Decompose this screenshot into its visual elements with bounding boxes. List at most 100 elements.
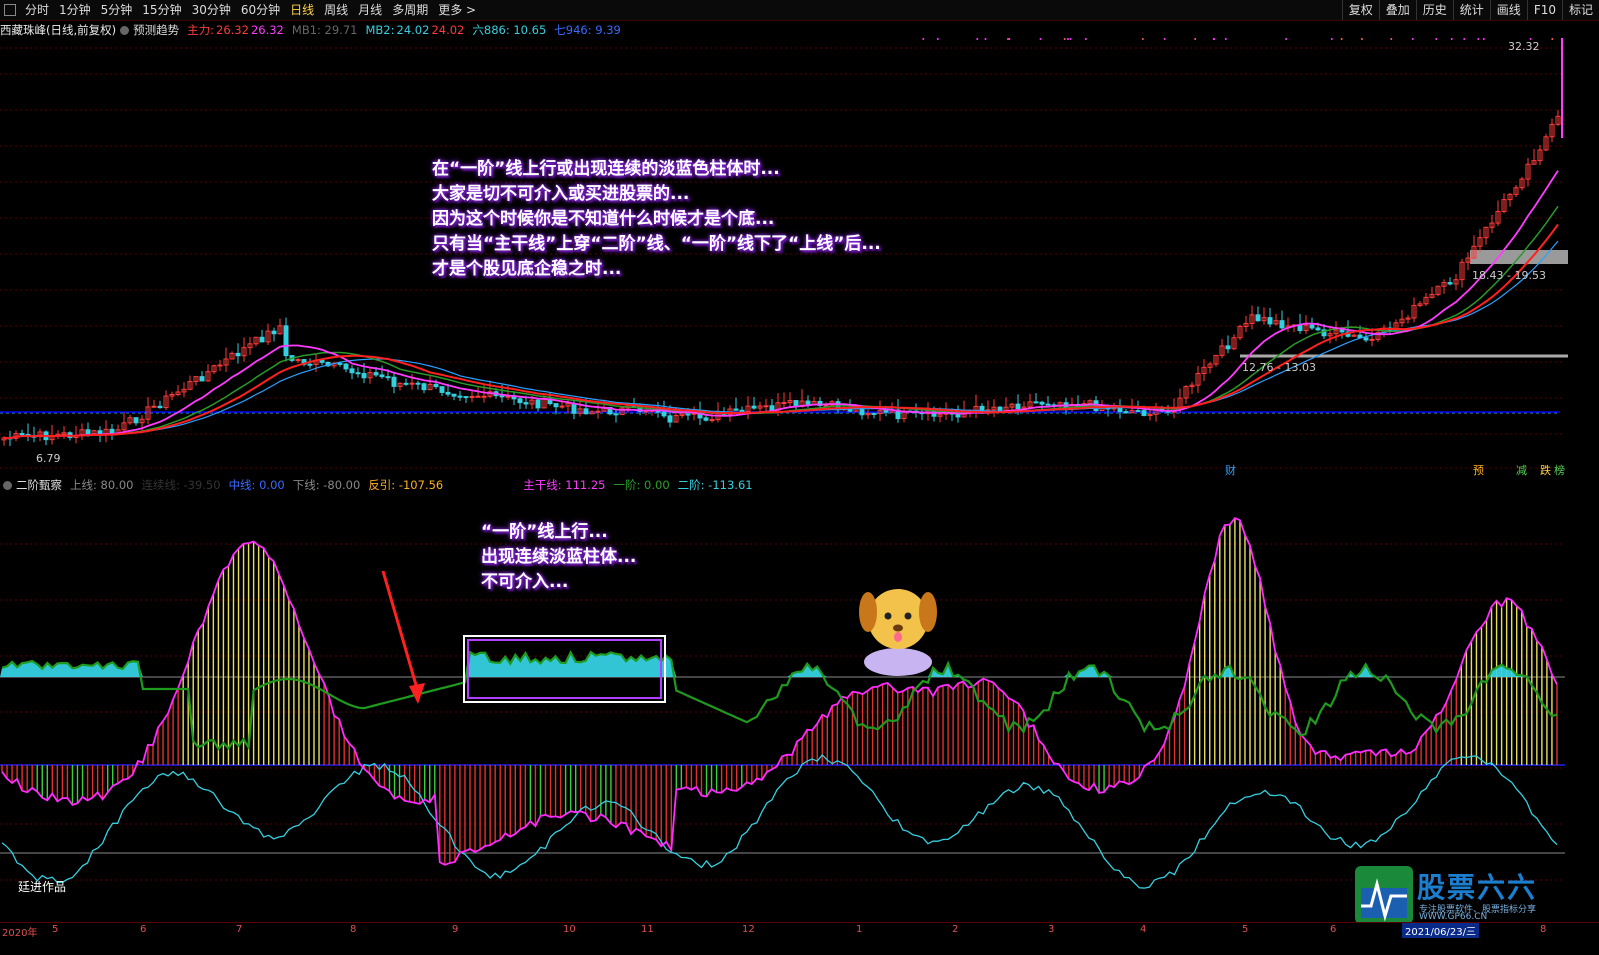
- candle-body: [259, 336, 265, 343]
- tool-button-2[interactable]: 历史: [1415, 0, 1453, 20]
- tool-button-3[interactable]: 统计: [1452, 0, 1490, 20]
- candle-body: [445, 391, 451, 395]
- candle-body: [385, 376, 391, 379]
- candle-body: [451, 393, 457, 397]
- zhuli-value-1: 26.32: [216, 23, 249, 37]
- candle-body: [475, 395, 481, 398]
- period-tab-9[interactable]: 多周期: [387, 0, 433, 20]
- period-tabs: 分时 1分钟 5分钟 15分钟 30分钟 60分钟 日线 周线 月线 多周期 更多 >: [0, 0, 481, 20]
- zhugan-value: 主干线: 111.25: [523, 478, 606, 492]
- period-tab-1[interactable]: 1分钟: [54, 0, 96, 20]
- period-tab-3[interactable]: 15分钟: [137, 0, 186, 20]
- marker-jian[interactable]: 减: [1516, 462, 1527, 478]
- candle-body: [85, 429, 91, 435]
- signal-dot: [1224, 38, 1227, 40]
- marker-cai[interactable]: 财: [1225, 462, 1236, 478]
- signal-dot: [1039, 38, 1042, 40]
- puppy-eye-left: [884, 612, 892, 620]
- red-arrow-shaft: [381, 570, 420, 693]
- stock-title: 西藏珠峰(日线,前复权): [0, 23, 117, 37]
- month-tick-14: 8: [1540, 924, 1547, 935]
- tool-button-5[interactable]: F10: [1526, 0, 1562, 20]
- indicator-name[interactable]: 二阶甄察: [16, 477, 62, 493]
- month-tick-11: 4: [1140, 924, 1147, 935]
- candle-body: [517, 398, 523, 404]
- candle-body: [403, 382, 409, 385]
- candle-body: [871, 412, 877, 415]
- author-label: 廷进作品: [18, 880, 67, 894]
- candle-body: [883, 410, 889, 413]
- yijie-value: 一阶: 0.00: [613, 478, 670, 492]
- signal-dot: [1450, 38, 1453, 40]
- month-tick-0: 5: [52, 924, 59, 935]
- predict-toggle-icon[interactable]: [120, 25, 130, 35]
- candle-body: [295, 359, 301, 362]
- candle-body: [751, 405, 757, 409]
- candle-body: [1135, 410, 1141, 413]
- candle-body: [703, 417, 709, 421]
- yijie-line: [1, 649, 1558, 751]
- marker-yu[interactable]: 预: [1473, 462, 1484, 478]
- candle-body: [421, 383, 427, 391]
- candle-body: [19, 433, 25, 436]
- candle-body: [571, 402, 577, 414]
- period-tab-6[interactable]: 日线: [285, 0, 319, 20]
- candle-body: [1267, 317, 1273, 325]
- period-tab-8[interactable]: 月线: [353, 0, 387, 20]
- marker-die[interactable]: 跌: [1540, 462, 1551, 478]
- month-tick-8: 1: [856, 924, 863, 935]
- signal-dot: [936, 38, 939, 40]
- current-date: 2021/06/23/三: [1402, 923, 1480, 938]
- period-tab-0[interactable]: 分时: [20, 0, 54, 20]
- candle-body: [1363, 337, 1369, 341]
- watermark-line-2: WWW.GP66.CN: [1419, 912, 1488, 922]
- month-tick-6: 11: [641, 924, 654, 935]
- period-tab-2[interactable]: 5分钟: [96, 0, 138, 20]
- panel-checkbox[interactable]: [4, 4, 16, 16]
- candle-body: [157, 405, 163, 409]
- period-tab-4[interactable]: 30分钟: [187, 0, 236, 20]
- period-tab-5[interactable]: 60分钟: [236, 0, 285, 20]
- signal-dot: [1477, 38, 1480, 40]
- candle-body: [997, 406, 1003, 411]
- tool-button-6[interactable]: 标记: [1561, 0, 1599, 20]
- puppy-ear-left: [859, 592, 877, 632]
- candle-body: [319, 359, 325, 363]
- signal-dot: [1141, 38, 1144, 40]
- signal-dot: [1063, 38, 1066, 40]
- period-tab-10[interactable]: 更多 >: [433, 0, 481, 20]
- period-tab-7[interactable]: 周线: [319, 0, 353, 20]
- candle-body: [433, 383, 439, 388]
- erjie-indicator-chart[interactable]: [0, 494, 1599, 922]
- candle-body: [583, 408, 589, 415]
- erjie-line: [1, 754, 1558, 889]
- candle-body: [559, 405, 565, 408]
- tool-button-1[interactable]: 叠加: [1378, 0, 1416, 20]
- candle-body: [235, 352, 241, 357]
- candle-body: [109, 428, 115, 434]
- candle-body: [1309, 324, 1315, 329]
- candle-body: [151, 405, 157, 408]
- signal-dot: [1463, 38, 1466, 40]
- signal-dot: [984, 38, 987, 40]
- signal-dot: [1084, 38, 1087, 40]
- signal-dot: [1213, 38, 1216, 40]
- marker-bang[interactable]: 榜: [1554, 462, 1565, 478]
- puppy-mascot-icon: [859, 589, 937, 676]
- candle-body: [499, 395, 505, 398]
- candle-body: [685, 413, 691, 416]
- month-tick-4: 9: [452, 924, 459, 935]
- candle-body: [535, 399, 541, 409]
- predict-label[interactable]: 预测趋势: [133, 22, 179, 38]
- qi-value: 七946: 9.39: [554, 23, 621, 37]
- candle-body: [805, 400, 811, 405]
- signal-dot: [1008, 38, 1011, 40]
- signal-dot: [1482, 38, 1485, 40]
- signal-dot: [976, 38, 979, 40]
- tool-button-4[interactable]: 画线: [1489, 0, 1527, 20]
- signal-dot: [1435, 38, 1438, 40]
- signal-dot: [922, 38, 925, 40]
- indicator-toggle-icon[interactable]: [3, 480, 12, 490]
- tool-button-0[interactable]: 复权: [1341, 0, 1379, 20]
- sub-annot-line-3: 不可介入...: [481, 572, 569, 592]
